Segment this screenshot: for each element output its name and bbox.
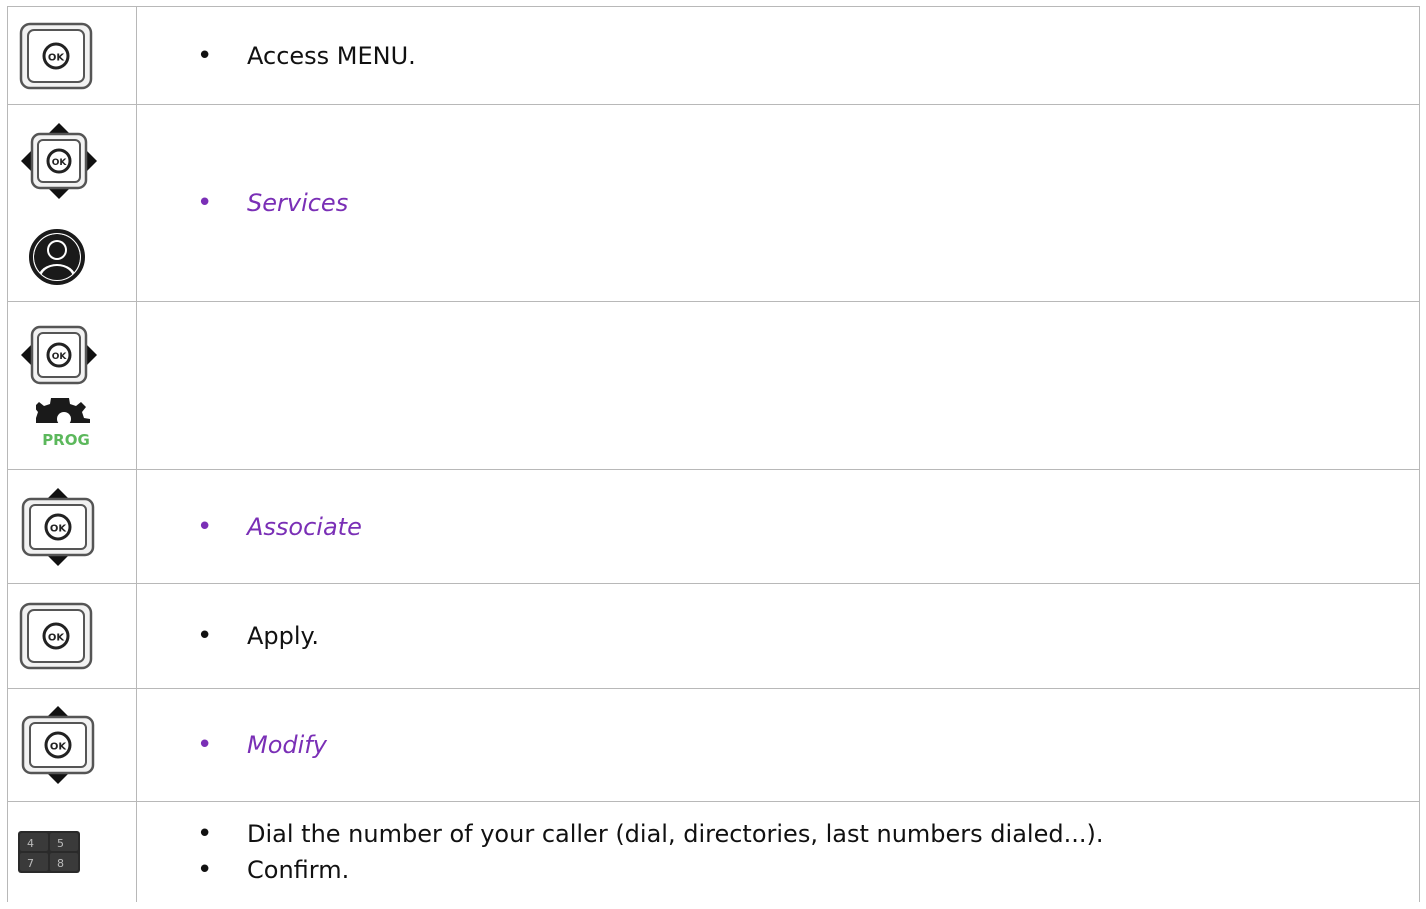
prog-gear-icon: PROG [36, 394, 96, 448]
table-row: OK Modify [7, 688, 1420, 802]
text-cell: Modify [136, 688, 1420, 802]
icon-cell: OK [7, 104, 137, 302]
table-row: OK Access MENU. [7, 6, 1420, 105]
svg-text:PROG: PROG [42, 431, 90, 448]
text-cell: Apply. [136, 583, 1420, 689]
icon-cell: OK [7, 583, 137, 689]
table-row: OK • Services [7, 104, 1420, 302]
list-item: Services [137, 185, 1419, 221]
icon-cell: OK [7, 688, 137, 802]
navigator-four-way-icon: OK [18, 120, 100, 202]
text-cell [136, 301, 1420, 470]
keypad-icon: 4 5 7 8 [18, 830, 80, 873]
list-item: Modify [137, 727, 1419, 763]
table-row: OK Apply. [7, 583, 1420, 689]
svg-text:8: 8 [57, 857, 64, 870]
svg-text:OK: OK [52, 352, 68, 362]
navigator-left-right-icon: OK [18, 324, 100, 386]
icon-cell: OK [7, 469, 137, 584]
icon-cell: OK PROG [7, 301, 137, 470]
text-cell: Associate [136, 469, 1420, 584]
list-item: Dial the number of your caller (dial, di… [137, 816, 1419, 852]
svg-text:OK: OK [50, 742, 68, 753]
ok-key-icon: OK [18, 21, 94, 91]
text-cell: Access MENU. [136, 6, 1420, 105]
table-row: OK Associate [7, 469, 1420, 584]
svg-text:OK: OK [48, 633, 66, 644]
svg-text:OK: OK [48, 52, 66, 63]
user-profile-icon [28, 228, 86, 286]
table-row: 4 5 7 8 Dial the number of your caller (… [7, 801, 1420, 902]
svg-text:4: 4 [27, 837, 34, 850]
navigator-up-down-icon: OK [18, 485, 98, 569]
list-item: Apply. [137, 618, 1419, 654]
navigator-up-down-icon: OK [18, 703, 98, 787]
svg-text:OK: OK [52, 158, 68, 168]
svg-text:OK: OK [50, 523, 68, 534]
list-item: Confirm. [137, 852, 1419, 888]
text-cell: Services [136, 104, 1420, 302]
procedure-table: OK Access MENU. [7, 6, 1420, 902]
ok-key-icon: OK [18, 601, 94, 671]
svg-text:5: 5 [57, 837, 64, 850]
icon-cell: OK [7, 6, 137, 105]
list-item: Associate [137, 509, 1419, 545]
icon-cell: 4 5 7 8 [7, 801, 137, 902]
svg-text:7: 7 [27, 857, 34, 870]
table-row: OK PROG [7, 301, 1420, 470]
text-cell: Dial the number of your caller (dial, di… [136, 801, 1420, 902]
list-item: Access MENU. [137, 38, 1419, 74]
